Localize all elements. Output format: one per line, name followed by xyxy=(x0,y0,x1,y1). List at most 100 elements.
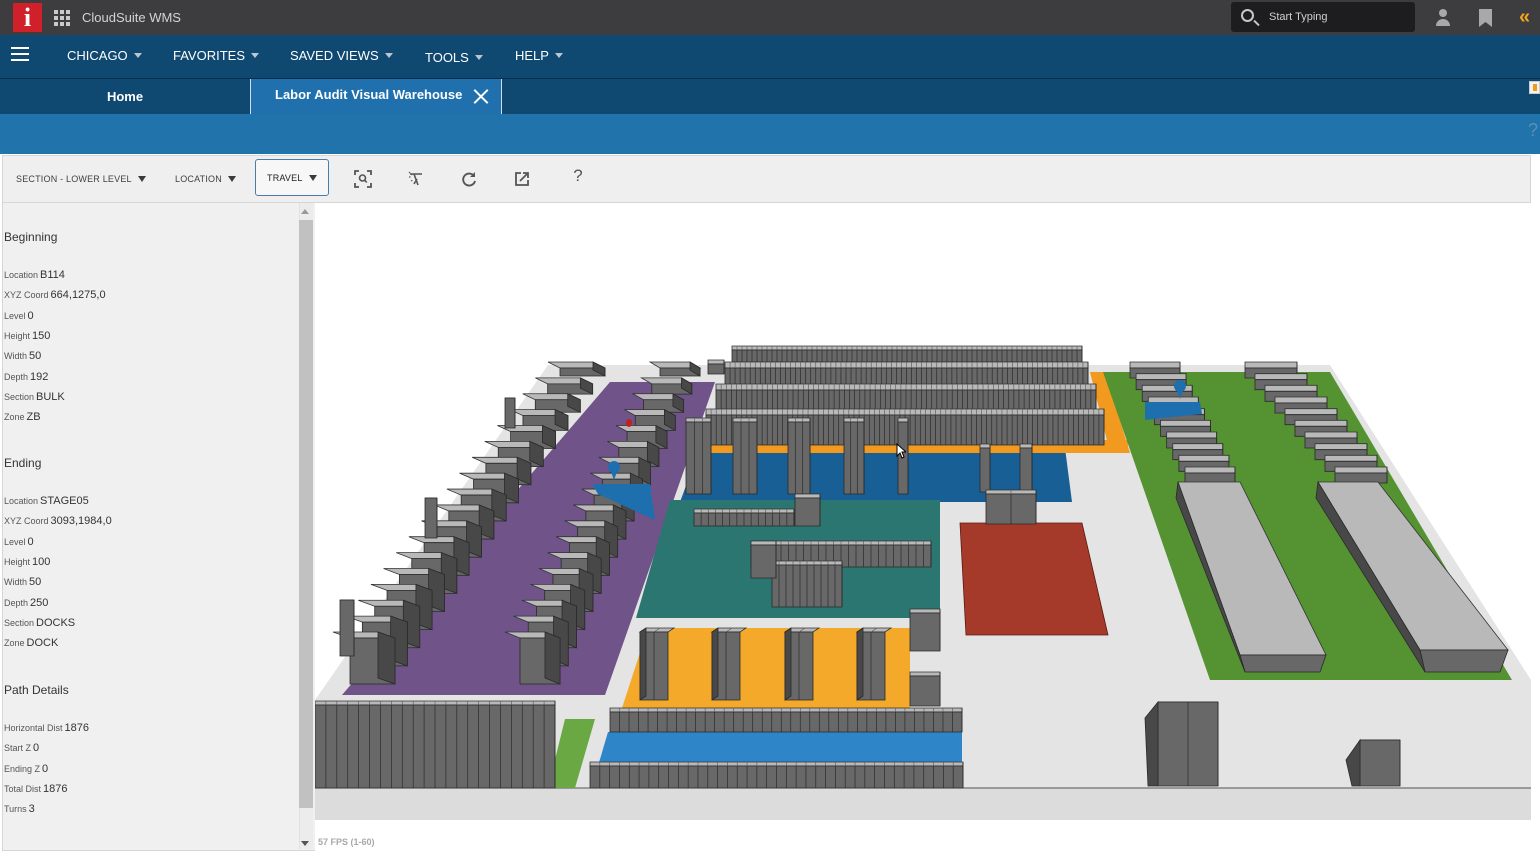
teal-rack-block-front xyxy=(794,497,821,527)
chevron-down-icon xyxy=(474,55,483,60)
travel-dropdown[interactable]: TRAVEL xyxy=(255,159,329,196)
green-rack-left-0-top xyxy=(1129,361,1181,369)
wall-panel-front xyxy=(504,397,516,429)
green-rack-right-2-top xyxy=(1264,384,1318,392)
detail-label: Width xyxy=(4,351,28,362)
detail-label: Depth xyxy=(4,597,29,608)
short-rack-3-top xyxy=(897,417,909,423)
detail-label: Level xyxy=(4,310,26,321)
detail-value: 3093,1984,0 xyxy=(50,515,112,528)
chevron-down-icon xyxy=(554,53,563,58)
dock-rack-upper-top xyxy=(609,707,963,713)
bookmark-icon[interactable] xyxy=(1479,9,1492,27)
detail-value: 150 xyxy=(32,329,51,342)
caret-down-icon xyxy=(227,176,236,182)
search-box[interactable] xyxy=(1231,2,1415,32)
short-rack-5-front xyxy=(1019,447,1033,493)
short-rack-0-top xyxy=(732,417,758,423)
grid-menu-icon[interactable] xyxy=(54,10,70,26)
nav-favorites-label: FAVORITES xyxy=(173,48,245,63)
detail-label: Height xyxy=(4,330,31,341)
detail-row: Width 50 xyxy=(4,350,41,362)
nav-saved-views[interactable]: SAVED VIEWS xyxy=(290,48,393,63)
detail-value: 664,1275,0 xyxy=(50,289,106,302)
visual-toolbar: SECTION - LOWER LEVEL LOCATION TRAVEL ? xyxy=(2,155,1531,203)
location-marker[interactable] xyxy=(626,419,632,427)
detail-row: Location B114 xyxy=(4,269,65,281)
collapse-double-chevron-icon[interactable]: « xyxy=(1519,6,1530,29)
detail-value: 0 xyxy=(27,535,34,548)
refresh-icon[interactable] xyxy=(458,168,480,190)
detail-row: Ending Z0 xyxy=(4,763,48,775)
detail-label: Depth xyxy=(4,371,29,382)
detail-label: Turns xyxy=(4,804,27,815)
detail-label: XYZ Coord xyxy=(4,516,49,527)
short-rack-5-top xyxy=(1019,443,1033,449)
detail-row: Turns 3 xyxy=(4,803,35,815)
detail-value: DOCK xyxy=(26,637,59,650)
hamburger-menu-icon[interactable] xyxy=(11,47,29,61)
green-rack-left-5-top xyxy=(1160,419,1211,427)
green-rack-left-1-top xyxy=(1135,373,1187,381)
detail-label: Location xyxy=(4,270,39,280)
main-nav: CHICAGO FAVORITES SAVED VIEWS TOOLS HELP xyxy=(0,35,1540,78)
detail-value: 50 xyxy=(29,350,42,363)
short-rack-1-front xyxy=(787,421,811,495)
help-icon[interactable]: ? xyxy=(1528,120,1538,141)
fps-counter: 57 FPS (1-60) xyxy=(318,837,375,847)
user-icon[interactable] xyxy=(1436,9,1450,27)
detail-row: Depth 250 xyxy=(4,597,48,609)
green-rack-right-7-top xyxy=(1314,443,1368,451)
green-rack-left-7-top xyxy=(1172,443,1224,451)
green-rack-right-5-top xyxy=(1294,419,1348,427)
nav-tools[interactable]: TOOLS xyxy=(425,50,483,65)
app-title: CloudSuite WMS xyxy=(82,10,181,25)
detail-label: Level xyxy=(4,536,26,547)
short-rack-2-top xyxy=(843,417,865,423)
wall-panel-front xyxy=(339,599,355,657)
search-input[interactable] xyxy=(1269,8,1409,26)
location-dropdown[interactable]: LOCATION xyxy=(175,156,236,202)
section-dropdown[interactable]: SECTION - LOWER LEVEL xyxy=(16,156,146,202)
yellow-rack-0-side xyxy=(639,627,647,701)
green-rack-left-9-front xyxy=(1184,472,1236,484)
detail-value: 3 xyxy=(28,803,35,816)
staging-box-small-front xyxy=(909,612,941,652)
zone-bright-blue xyxy=(598,732,962,766)
detail-value: 100 xyxy=(32,555,51,568)
nav-help[interactable]: HELP xyxy=(515,48,563,63)
teal-rack-end-front xyxy=(750,544,777,579)
green-rack-left-6-top xyxy=(1166,431,1218,439)
detail-value: B114 xyxy=(40,269,65,281)
yellow-rack-1-side xyxy=(711,627,719,701)
green-rack-right-4-top xyxy=(1284,408,1338,416)
caret-down-icon xyxy=(308,174,317,181)
green-block-right-front xyxy=(1419,649,1509,673)
side-panel-flag-icon[interactable] xyxy=(1529,81,1540,94)
app-header: i CloudSuite WMS « xyxy=(0,0,1540,35)
open-external-icon[interactable] xyxy=(511,168,533,190)
detail-row: Level 0 xyxy=(4,536,34,548)
search-icon xyxy=(1241,9,1254,22)
infor-logo[interactable]: i xyxy=(13,3,42,32)
scroll-up-arrow-icon[interactable] xyxy=(301,209,309,214)
detail-row: Location STAGE05 xyxy=(4,495,89,507)
scrollbar-thumb[interactable] xyxy=(299,220,313,808)
scroll-down-arrow-icon[interactable] xyxy=(301,841,309,846)
help-icon[interactable]: ? xyxy=(567,166,589,188)
detail-value: STAGE05 xyxy=(40,495,89,507)
zoom-to-fit-icon[interactable] xyxy=(352,168,374,190)
green-rack-right-9-front xyxy=(1334,472,1388,484)
detail-value: DOCKS xyxy=(36,616,76,629)
nav-chicago[interactable]: CHICAGO xyxy=(67,48,142,63)
green-rack-right-3-top xyxy=(1274,396,1328,404)
yellow-rack-3-side xyxy=(856,627,864,701)
close-icon[interactable] xyxy=(473,87,489,105)
tab-labor-audit-visual-warehouse[interactable]: Labor Audit Visual Warehouse xyxy=(250,79,502,114)
warehouse-3d-viewport[interactable] xyxy=(315,203,1531,823)
clear-path-icon[interactable] xyxy=(405,168,427,190)
tab-home[interactable]: Home xyxy=(0,79,250,114)
teal-rack-block-top xyxy=(794,493,821,499)
short-rack-6-top xyxy=(685,417,712,423)
nav-favorites[interactable]: FAVORITES xyxy=(173,48,259,63)
